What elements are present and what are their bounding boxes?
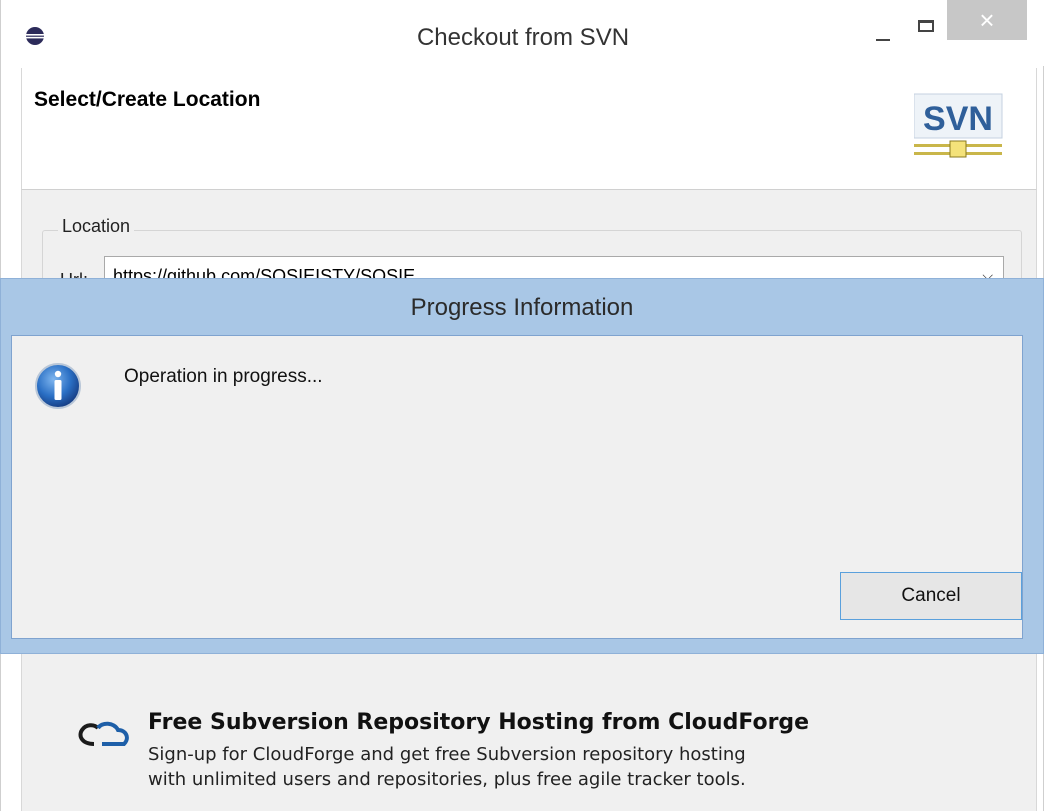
- close-button[interactable]: ×: [947, 0, 1027, 40]
- progress-dialog-client: Operation in progress... Cancel: [11, 335, 1023, 639]
- cancel-button[interactable]: Cancel: [840, 572, 1022, 620]
- cloudforge-line-1: Sign-up for CloudForge and get free Subv…: [148, 744, 746, 765]
- wizard-header: Select/Create Location SVN: [21, 68, 1037, 190]
- progress-dialog-title[interactable]: Progress Information: [1, 279, 1043, 335]
- svn-logo: SVN: [914, 93, 1003, 158]
- progress-message: Operation in progress...: [124, 366, 323, 387]
- window-titlebar[interactable]: Checkout from SVN ×: [1, 0, 1044, 66]
- cloudforge-icon: [78, 721, 129, 746]
- location-legend: Location: [58, 216, 135, 237]
- cloudforge-heading: Free Subversion Repository Hosting from …: [148, 710, 810, 735]
- svn-logo-text: SVN: [923, 100, 993, 138]
- wizard-page-title: Select/Create Location: [34, 88, 261, 111]
- progress-dialog: Progress Information Operation in progre…: [0, 278, 1044, 654]
- info-icon: [35, 363, 81, 409]
- minimize-button[interactable]: [867, 18, 901, 48]
- cloudforge-description: Sign-up for CloudForge and get free Subv…: [148, 742, 746, 792]
- maximize-button[interactable]: [910, 14, 944, 44]
- cloudforge-line-2: with unlimited users and repositories, p…: [148, 769, 746, 790]
